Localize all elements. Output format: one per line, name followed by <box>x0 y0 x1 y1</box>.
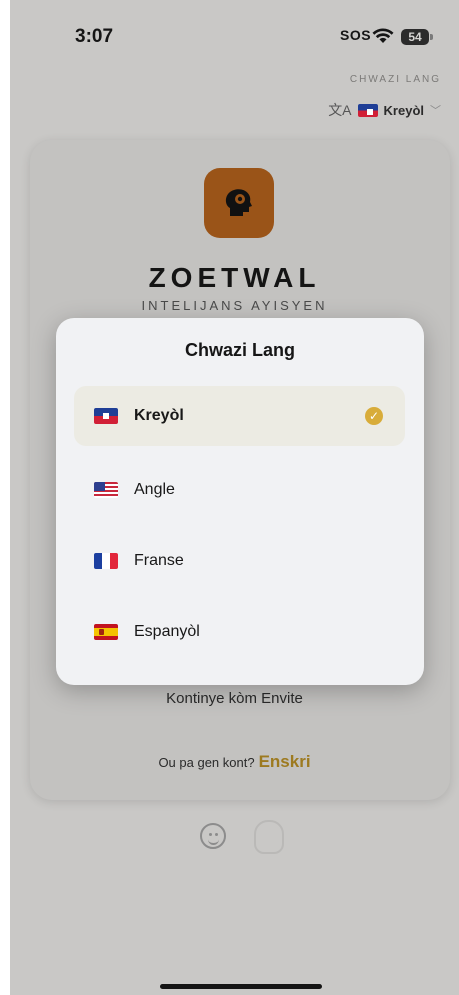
current-language: Kreyòl <box>383 102 424 118</box>
option-label: Angle <box>134 481 175 498</box>
screen: 3:07 SOS 54 CHWAZI LANG 文A Kreyòl ﹀ ZOET… <box>10 0 459 995</box>
modal-title: Chwazi Lang <box>184 340 295 360</box>
battery-nub <box>430 34 433 40</box>
signup-link[interactable]: Enskri <box>259 752 311 771</box>
translate-icon: 文A <box>328 102 352 118</box>
option-label: Kreyòl <box>134 407 184 424</box>
signup-prompt: Ou pa gen kont? <box>158 755 255 770</box>
face-mouth <box>208 837 219 845</box>
language-modal: Chwazi Lang Kreyòl ✓ Angle Franse Espany… <box>56 318 424 685</box>
battery-level: 54 <box>408 30 422 44</box>
check-icon: ✓ <box>365 407 383 425</box>
brand-tagline: INTELIJANS AYISYEN <box>141 298 328 313</box>
wifi-icon <box>372 28 394 43</box>
spain-flag-icon <box>94 624 118 640</box>
haiti-flag-icon <box>94 408 118 424</box>
option-label: Espanyòl <box>134 623 200 640</box>
home-indicator[interactable] <box>160 984 322 989</box>
fingerprint-icon[interactable] <box>254 820 284 854</box>
status-bar: 3:07 SOS 54 <box>10 0 459 60</box>
usa-flag-icon <box>94 482 118 498</box>
language-option-kreyol[interactable]: Kreyòl ✓ <box>74 386 405 446</box>
language-option-angle[interactable]: Angle <box>74 460 405 520</box>
sos-indicator: SOS <box>340 27 372 43</box>
brain-head-icon <box>225 189 252 216</box>
language-picker[interactable]: 文A Kreyòl ﹀ <box>328 100 441 120</box>
haiti-flag-icon <box>357 103 378 117</box>
language-option-espanyol[interactable]: Espanyòl <box>74 602 405 662</box>
language-option-franse[interactable]: Franse <box>74 531 405 591</box>
status-time: 3:07 <box>75 26 114 47</box>
face-id-icon[interactable] <box>200 823 226 849</box>
continue-as-guest-button[interactable]: Kontinye kòm Envite <box>10 690 459 707</box>
battery-icon: 54 <box>401 29 429 45</box>
language-caption: CHWAZI LANG <box>349 74 441 85</box>
brand-name: ZOETWAL <box>148 262 321 293</box>
signup-row: Ou pa gen kont? Enskri <box>10 752 459 772</box>
chevron-down-icon: ﹀ <box>430 105 441 117</box>
france-flag-icon <box>94 553 118 569</box>
app-logo <box>204 168 274 238</box>
option-label: Franse <box>134 552 184 569</box>
